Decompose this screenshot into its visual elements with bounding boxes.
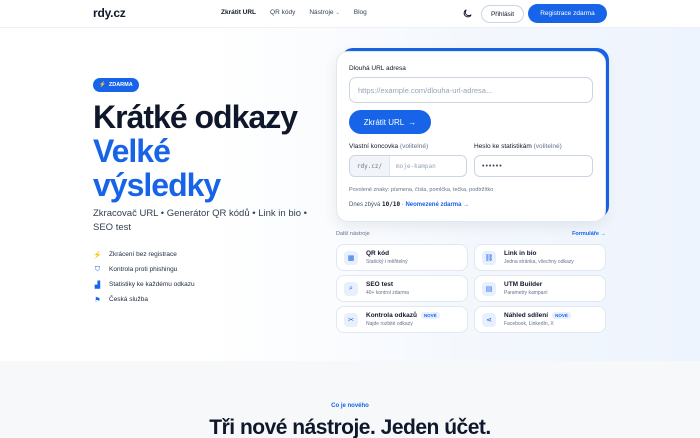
login-button[interactable]: Přihlásit <box>481 5 524 23</box>
tools-more-link[interactable]: Formuláře → <box>572 231 606 237</box>
feature-label: Statistiky ke každému odkazu <box>109 281 195 288</box>
qr-icon: ▦ <box>344 250 358 265</box>
password-optional: (volitelné) <box>533 143 562 150</box>
section-kicker: Co je nového <box>331 403 369 409</box>
suffix-field[interactable]: rdy.cz/ moje-kampan <box>349 155 467 177</box>
tool-title: Kontrola odkazů NOVÉ <box>366 312 440 319</box>
signup-button[interactable]: Registrace zdarma <box>528 4 607 23</box>
feature-item: ▟ Statistiky ke každému odkazu <box>93 277 195 292</box>
new-badge: NOVÉ <box>420 312 440 319</box>
tool-desc: Jedna stránka, všechny odkazy <box>504 259 574 265</box>
tool-desc: 40+ kontrol zdarma <box>366 290 409 296</box>
tool-card-seo[interactable]: ⌕ SEO test 40+ kontrol zdarma <box>336 275 468 302</box>
feature-label: Česká služba <box>109 296 149 303</box>
tool-title-text: Náhled sdílení <box>504 312 549 319</box>
allowed-chars-hint: Povolené znaky: písmena, čísla, pomlčka,… <box>349 187 494 193</box>
link-icon: ⛓ <box>482 250 496 265</box>
suffix-label: Vlastní koncovka (volitelné) <box>349 143 428 150</box>
nav-links: Zkrátit URL QR kódy Nástroje ⌄ Blog <box>221 9 367 16</box>
feature-list: ⚡ Zkrácení bez registrace ⛉ Kontrola proti… <box>93 247 195 307</box>
feature-item: ⛉ Kontrola proti phishingu <box>93 262 195 277</box>
tool-card-share-preview[interactable]: ⋖ Náhled sdílení NOVÉ Facebook, LinkedIn, … <box>474 306 606 333</box>
hero-title-line1: Krátké odkazy <box>93 99 298 135</box>
bolt-icon: ⚡ <box>93 251 102 259</box>
bolt-icon: ⚡ <box>99 82 106 88</box>
shorten-button[interactable]: Zkrátit URL → <box>349 110 431 134</box>
logo[interactable]: rdy.cz <box>93 6 126 20</box>
tool-title-text: Kontrola odkazů <box>366 312 417 319</box>
unlimited-link[interactable]: Neomezené zdarma → <box>405 202 469 208</box>
nav-link-qr[interactable]: QR kódy <box>270 9 295 16</box>
tool-title: QR kód <box>366 250 390 257</box>
shield-icon: ⛉ <box>94 265 101 273</box>
new-badge: NOVÉ <box>552 312 571 319</box>
tool-title: Link in bio <box>504 250 537 257</box>
tool-title: SEO test <box>366 281 394 288</box>
tool-card-qr[interactable]: ▦ QR kód Statický i měřitelný <box>336 244 468 271</box>
nav-link-shorten[interactable]: Zkrátit URL <box>221 9 256 16</box>
tool-title: UTM Builder <box>504 281 543 288</box>
remaining-quota: Dnes zbývá 10/10 · Neomezené zdarma → <box>349 201 469 208</box>
remaining-count: 10/10 <box>382 201 401 208</box>
tool-desc: Facebook, LinkedIn, X <box>504 321 554 327</box>
url-label: Dlouhá URL adresa <box>349 65 406 72</box>
url-input[interactable]: https://example.com/dlouha-url-adresa... <box>349 77 593 103</box>
suffix-optional: (volitelné) <box>399 143 429 150</box>
utm-icon: ▤ <box>482 281 496 296</box>
tool-desc: Najde rozbité odkazy <box>366 321 413 327</box>
separator: · <box>401 202 404 208</box>
password-label-text: Heslo ke statistikám <box>474 143 532 150</box>
tool-card-link-in-bio[interactable]: ⛓ Link in bio Jedna stránka, všechny odka… <box>474 244 606 271</box>
suffix-prefix: rdy.cz/ <box>350 156 390 176</box>
flag-icon: ⚑ <box>94 296 101 304</box>
section-title: Tři nové nástroje. Jeden účet. <box>209 416 491 438</box>
free-badge: ⚡ ZDARMA <box>93 78 139 92</box>
share-icon: ⋖ <box>482 312 496 327</box>
feature-item: ⚡ Zkrácení bez registrace <box>93 247 195 262</box>
hero-title: Krátké odkazy Velké výsledky <box>93 99 298 203</box>
remaining-prefix: Dnes zbývá <box>349 202 381 208</box>
password-label: Heslo ke statistikám (volitelné) <box>474 143 562 150</box>
nav-link-tools-label: Nástroje <box>309 9 334 16</box>
moon-icon[interactable] <box>462 8 473 19</box>
tool-card-utm[interactable]: ▤ UTM Builder Parametry kampaní <box>474 275 606 302</box>
feature-label: Zkrácení bez registrace <box>109 251 177 258</box>
tool-title: Náhled sdílení NOVÉ <box>504 312 571 319</box>
password-input[interactable]: •••••• <box>474 155 593 177</box>
tools-header: Další nástroje Formuláře → <box>336 231 606 237</box>
shorten-button-label: Zkrátit URL <box>363 117 405 127</box>
broken-link-icon: ✂ <box>344 312 358 327</box>
top-navigation: rdy.cz Zkrátit URL QR kódy Nástroje ⌄ Blo… <box>0 0 700 28</box>
feature-label: Kontrola proti phishingu <box>109 266 178 273</box>
suffix-input[interactable]: moje-kampan <box>390 156 466 176</box>
tool-card-link-check[interactable]: ✂ Kontrola odkazů NOVÉ Najde rozbité odkaz… <box>336 306 468 333</box>
nav-link-tools[interactable]: Nástroje ⌄ <box>309 9 339 16</box>
hero-subtitle: Zkracovač URL • Generátor QR kódů • Link… <box>93 208 307 233</box>
tool-desc: Parametry kampaní <box>504 290 548 296</box>
shorten-form-card: Dlouhá URL adresa https://example.com/dl… <box>336 51 606 222</box>
suffix-label-text: Vlastní koncovka <box>349 143 399 150</box>
tool-desc: Statický i měřitelný <box>366 259 408 265</box>
chevron-down-icon: ⌄ <box>335 10 340 16</box>
nav-link-blog[interactable]: Blog <box>354 9 367 16</box>
tools-heading: Další nástroje <box>336 231 370 237</box>
arrow-right-icon: → <box>408 117 417 127</box>
bar-chart-icon: ▟ <box>94 281 101 289</box>
feature-item: ⚑ Česká služba <box>93 292 195 307</box>
search-icon: ⌕ <box>344 281 358 296</box>
hero-title-line2: Velké <box>93 133 171 169</box>
hero-title-line3: výsledky <box>93 167 221 203</box>
badge-label: ZDARMA <box>108 82 133 88</box>
